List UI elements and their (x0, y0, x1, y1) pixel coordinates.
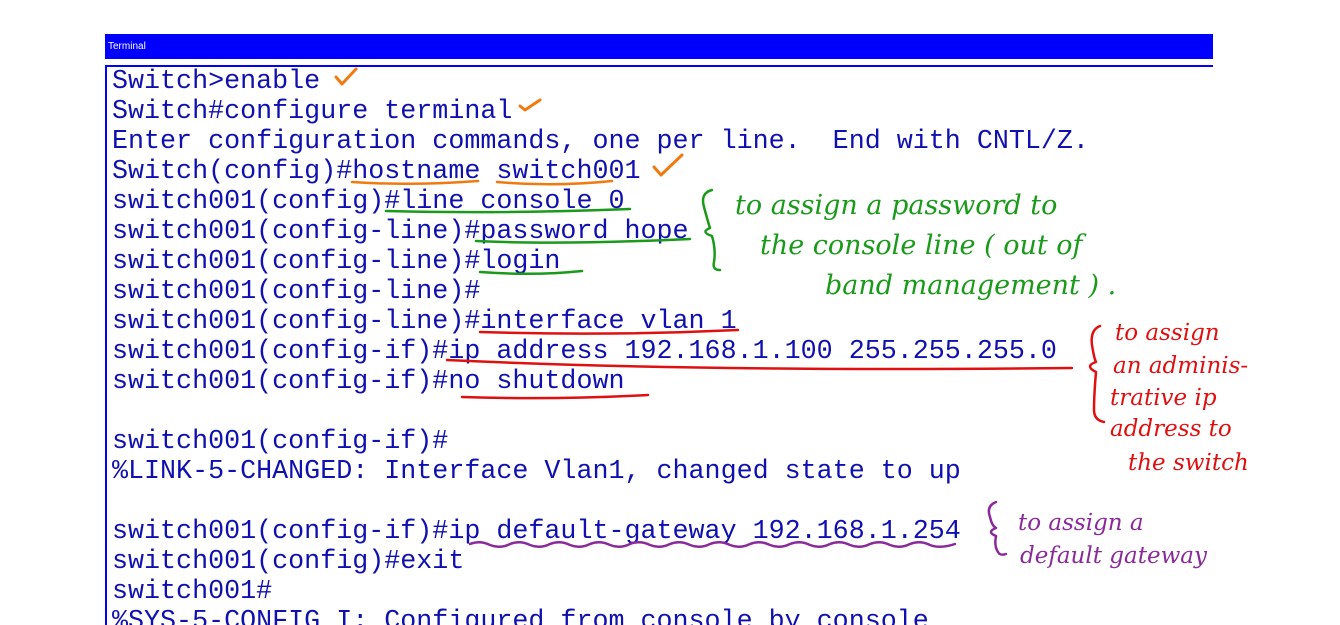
terminal-line: switch001# (112, 577, 273, 607)
terminal-line: Enter configuration commands, one per li… (112, 127, 1089, 157)
terminal-line: switch001(config-line)#password hope (112, 217, 689, 247)
terminal-output[interactable]: Switch>enable Switch#configure terminal … (105, 65, 1213, 625)
terminal-line: switch001(config-if)# (112, 427, 449, 457)
terminal-line: switch001(config)#exit (112, 547, 465, 577)
terminal-line: switch001(config-if)#ip address 192.168.… (112, 337, 1057, 367)
terminal-window: Terminal Switch>enable Switch#configure … (105, 34, 1213, 625)
terminal-line: Switch>enable (112, 67, 321, 97)
terminal-line: switch001(config-line)#interface vlan 1 (112, 307, 737, 337)
terminal-line: switch001(config-if)#ip default-gateway … (112, 517, 961, 547)
terminal-line: switch001(config-line)#login (112, 247, 561, 277)
terminal-line: Switch#configure terminal (112, 97, 513, 127)
terminal-line: switch001(config)#line console 0 (112, 187, 625, 217)
window-title: Terminal (108, 41, 146, 52)
terminal-line: %SYS-5-CONFIG_I: Configured from console… (112, 607, 929, 625)
terminal-line: switch001(config-if)#no shutdown (112, 367, 625, 397)
terminal-line: Switch(config)#hostname switch001 (112, 157, 641, 187)
terminal-line: switch001(config-line)# (112, 277, 481, 307)
title-bar: Terminal (105, 34, 1213, 59)
terminal-line: %LINK-5-CHANGED: Interface Vlan1, change… (112, 457, 961, 487)
